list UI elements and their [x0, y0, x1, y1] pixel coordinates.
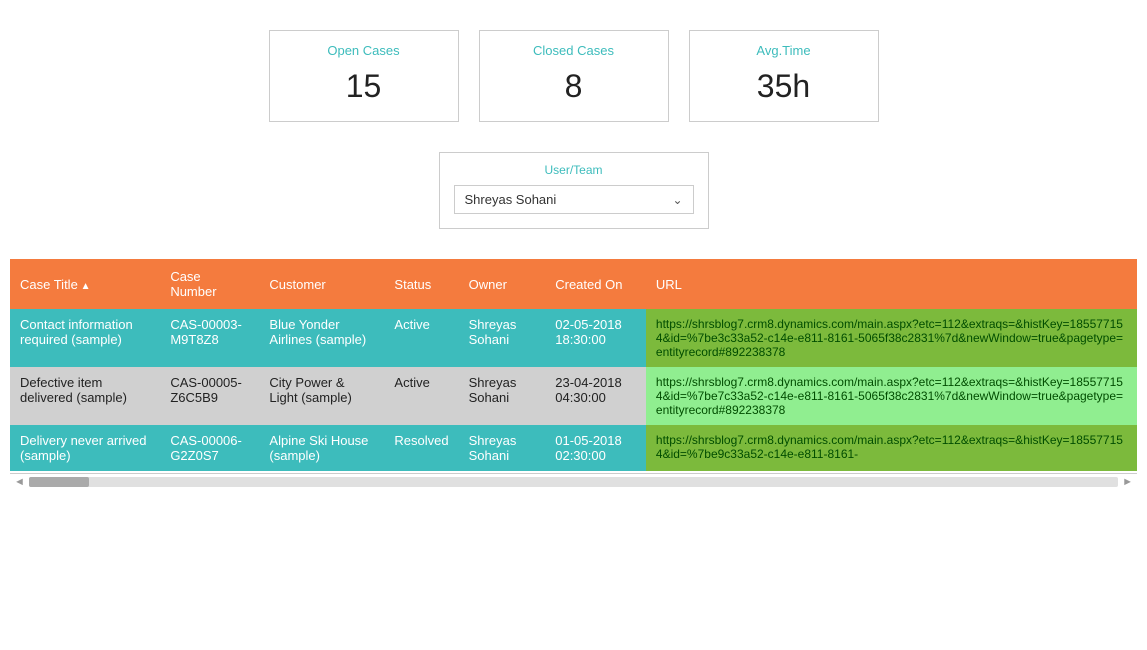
cell-created-on: 23-04-2018 04:30:00: [545, 367, 646, 425]
filter-box: User/Team Shreyas Sohani ⌄: [439, 152, 709, 229]
stats-section: Open Cases 15 Closed Cases 8 Avg.Time 35…: [0, 0, 1147, 142]
cases-table: Case Title Case Number Customer Status O…: [10, 259, 1137, 471]
cell-case-title: Contact information required (sample): [10, 309, 160, 367]
cell-customer: City Power & Light (sample): [259, 367, 384, 425]
avg-time-value: 35h: [710, 68, 858, 105]
table-header-row: Case Title Case Number Customer Status O…: [10, 259, 1137, 309]
cell-url[interactable]: https://shrsblog7.crm8.dynamics.com/main…: [646, 425, 1137, 471]
cell-customer: Blue Yonder Airlines (sample): [259, 309, 384, 367]
cell-url[interactable]: https://shrsblog7.crm8.dynamics.com/main…: [646, 367, 1137, 425]
cell-customer: Alpine Ski House (sample): [259, 425, 384, 471]
avg-time-label: Avg.Time: [710, 43, 858, 58]
col-status[interactable]: Status: [384, 259, 458, 309]
table-row[interactable]: Defective item delivered (sample)CAS-000…: [10, 367, 1137, 425]
closed-cases-label: Closed Cases: [500, 43, 648, 58]
cell-status: Resolved: [384, 425, 458, 471]
table-row[interactable]: Delivery never arrived (sample)CAS-00006…: [10, 425, 1137, 471]
cell-case-number: CAS-00006-G2Z0S7: [160, 425, 259, 471]
table-row[interactable]: Contact information required (sample)CAS…: [10, 309, 1137, 367]
cell-case-title: Delivery never arrived (sample): [10, 425, 160, 471]
filter-selected-value: Shreyas Sohani: [465, 192, 557, 207]
closed-cases-value: 8: [500, 68, 648, 105]
cell-created-on: 01-05-2018 02:30:00: [545, 425, 646, 471]
cell-case-number: CAS-00003-M9T8Z8: [160, 309, 259, 367]
cell-case-title: Defective item delivered (sample): [10, 367, 160, 425]
avg-time-card: Avg.Time 35h: [689, 30, 879, 122]
col-owner[interactable]: Owner: [459, 259, 546, 309]
cell-case-number: CAS-00005-Z6C5B9: [160, 367, 259, 425]
table-wrapper: Case Title Case Number Customer Status O…: [10, 259, 1137, 490]
open-cases-label: Open Cases: [290, 43, 438, 58]
cell-created-on: 02-05-2018 18:30:00: [545, 309, 646, 367]
open-cases-card: Open Cases 15: [269, 30, 459, 122]
cell-owner: Shreyas Sohani: [459, 309, 546, 367]
cell-url[interactable]: https://shrsblog7.crm8.dynamics.com/main…: [646, 309, 1137, 367]
col-customer[interactable]: Customer: [259, 259, 384, 309]
scroll-right-arrow[interactable]: ►: [1122, 476, 1133, 488]
chevron-down-icon: ⌄: [672, 193, 682, 207]
scroll-thumb[interactable]: [29, 477, 89, 487]
col-url[interactable]: URL: [646, 259, 1137, 309]
cell-owner: Shreyas Sohani: [459, 367, 546, 425]
scroll-track[interactable]: [29, 477, 1118, 487]
col-case-title[interactable]: Case Title: [10, 259, 160, 309]
cell-status: Active: [384, 367, 458, 425]
cell-status: Active: [384, 309, 458, 367]
open-cases-value: 15: [290, 68, 438, 105]
scroll-left-arrow[interactable]: ◄: [14, 476, 25, 488]
filter-label: User/Team: [454, 163, 694, 177]
table-section: Case Title Case Number Customer Status O…: [0, 249, 1147, 490]
col-case-number[interactable]: Case Number: [160, 259, 259, 309]
filter-section: User/Team Shreyas Sohani ⌄: [0, 142, 1147, 249]
user-team-dropdown[interactable]: Shreyas Sohani ⌄: [454, 185, 694, 214]
closed-cases-card: Closed Cases 8: [479, 30, 669, 122]
col-created-on[interactable]: Created On: [545, 259, 646, 309]
horizontal-scrollbar[interactable]: ◄ ►: [10, 473, 1137, 490]
cell-owner: Shreyas Sohani: [459, 425, 546, 471]
